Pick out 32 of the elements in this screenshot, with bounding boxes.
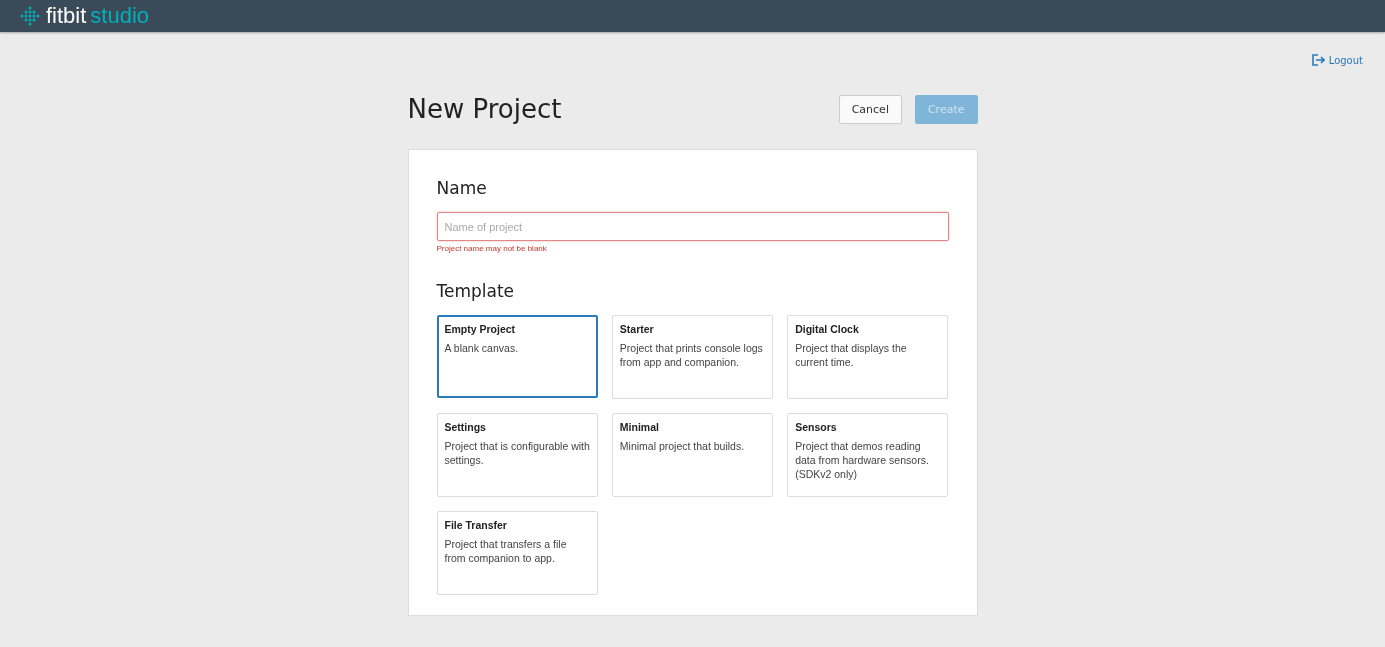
logout-icon [1311, 54, 1325, 66]
section-heading: Name [436, 178, 488, 198]
template-title: File Transfer [444, 519, 508, 531]
template-title: Minimal [619, 421, 660, 433]
error-message: Project name may not be blank [436, 244, 548, 253]
dots-logo-icon [20, 6, 40, 26]
template-title: Starter [619, 323, 655, 335]
template-title: Digital Clock [795, 323, 860, 335]
template-description: Project that prints console logs from app and companion. [619, 341, 764, 369]
template-title: Empty Project [444, 323, 517, 335]
logo-text: fitbit [46, 3, 87, 29]
template-card[interactable]: Sensors Project that demos reading data from hardware sensors. (SDKv2 only) [787, 413, 949, 497]
section-heading: Template [436, 281, 516, 301]
template-card[interactable]: Digital Clock Project that displays the current time. [787, 315, 949, 399]
template-title: Sensors [795, 421, 838, 433]
template-card[interactable]: Empty Project A blank canvas. [436, 315, 598, 398]
template-card[interactable]: Starter Project that prints console logs from app and companion. [611, 315, 774, 399]
name-input-field[interactable]: Name of project [436, 212, 949, 241]
template-card[interactable]: File Transfer Project that transfers a file from companion to app. [436, 511, 598, 595]
page-title: New Project [407, 94, 562, 124]
cancel-button[interactable]: Cancel [838, 94, 902, 124]
logout-link[interactable]: Logout [1311, 50, 1363, 70]
logo-product-text: studio [90, 3, 150, 29]
template-card[interactable]: Settings Project that is configurable with settings. [436, 413, 598, 497]
template-description: Minimal project that builds. [619, 439, 746, 453]
template-description: Project that transfers a file from companion to app. [444, 537, 568, 565]
template-description: Project that demos reading data from hardware sensors. (SDKv2 only) [795, 439, 930, 481]
template-description: Project that is configurable with settings. [444, 439, 590, 467]
template-description: A blank canvas. [444, 341, 520, 355]
template-card[interactable]: Minimal Minimal project that builds. [611, 413, 774, 497]
template-description: Project that displays the current time. [795, 341, 908, 369]
template-title: Settings [444, 421, 487, 433]
